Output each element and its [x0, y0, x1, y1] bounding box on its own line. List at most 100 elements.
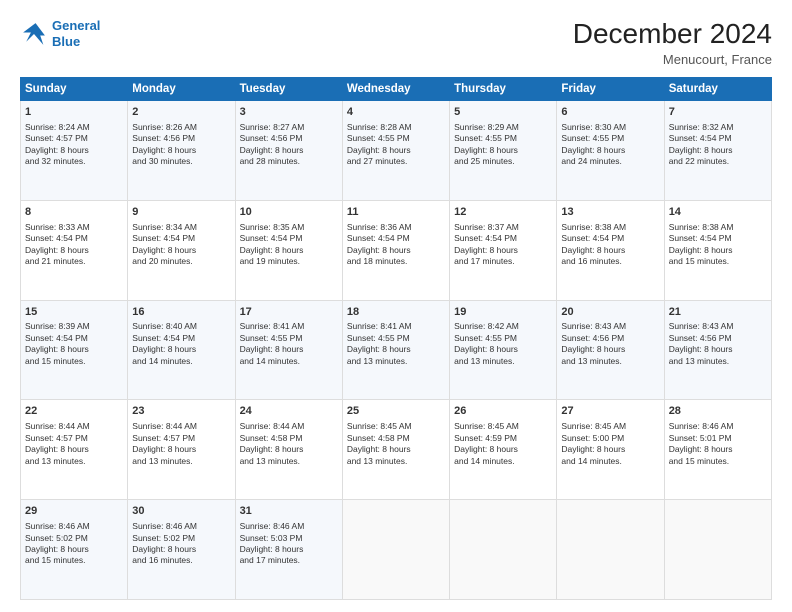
day-cell: 31Sunrise: 8:46 AMSunset: 5:03 PMDayligh…: [235, 500, 342, 600]
day-number: 22: [25, 404, 123, 419]
logo: General Blue: [20, 18, 100, 49]
day-info-line: and 21 minutes.: [25, 256, 123, 267]
day-number: 12: [454, 205, 552, 220]
location-subtitle: Menucourt, France: [573, 52, 772, 67]
day-info-line: Sunset: 5:01 PM: [669, 433, 767, 444]
day-cell: 12Sunrise: 8:37 AMSunset: 4:54 PMDayligh…: [450, 200, 557, 300]
day-info-line: Daylight: 8 hours: [240, 444, 338, 455]
day-info-line: and 16 minutes.: [561, 256, 659, 267]
day-cell: 15Sunrise: 8:39 AMSunset: 4:54 PMDayligh…: [21, 300, 128, 400]
day-info-line: Sunset: 4:54 PM: [669, 233, 767, 244]
day-cell: [557, 500, 664, 600]
day-info-line: Daylight: 8 hours: [454, 444, 552, 455]
day-info-line: Daylight: 8 hours: [240, 245, 338, 256]
day-info-line: Sunset: 4:58 PM: [240, 433, 338, 444]
day-number: 26: [454, 404, 552, 419]
day-cell: 20Sunrise: 8:43 AMSunset: 4:56 PMDayligh…: [557, 300, 664, 400]
day-info-line: Sunrise: 8:34 AM: [132, 222, 230, 233]
day-cell: 25Sunrise: 8:45 AMSunset: 4:58 PMDayligh…: [342, 400, 449, 500]
day-number: 14: [669, 205, 767, 220]
day-info-line: Sunrise: 8:44 AM: [25, 421, 123, 432]
day-number: 1: [25, 105, 123, 120]
day-info-line: Daylight: 8 hours: [25, 444, 123, 455]
day-cell: 28Sunrise: 8:46 AMSunset: 5:01 PMDayligh…: [664, 400, 771, 500]
week-row-4: 22Sunrise: 8:44 AMSunset: 4:57 PMDayligh…: [21, 400, 772, 500]
day-info-line: Daylight: 8 hours: [561, 145, 659, 156]
day-info-line: and 15 minutes.: [669, 456, 767, 467]
day-info-line: Daylight: 8 hours: [132, 245, 230, 256]
day-number: 29: [25, 504, 123, 519]
day-info-line: and 15 minutes.: [25, 356, 123, 367]
day-info-line: Sunset: 4:54 PM: [132, 333, 230, 344]
day-info-line: Sunrise: 8:42 AM: [454, 321, 552, 332]
day-info-line: Daylight: 8 hours: [25, 344, 123, 355]
header: General Blue December 2024 Menucourt, Fr…: [20, 18, 772, 67]
day-number: 9: [132, 205, 230, 220]
day-info-line: Sunrise: 8:24 AM: [25, 122, 123, 133]
day-info-line: Daylight: 8 hours: [347, 444, 445, 455]
day-cell: 19Sunrise: 8:42 AMSunset: 4:55 PMDayligh…: [450, 300, 557, 400]
week-row-1: 1Sunrise: 8:24 AMSunset: 4:57 PMDaylight…: [21, 101, 772, 201]
day-cell: 7Sunrise: 8:32 AMSunset: 4:54 PMDaylight…: [664, 101, 771, 201]
day-info-line: and 32 minutes.: [25, 156, 123, 167]
header-cell-monday: Monday: [128, 78, 235, 101]
day-info-line: and 19 minutes.: [240, 256, 338, 267]
day-number: 4: [347, 105, 445, 120]
day-number: 8: [25, 205, 123, 220]
day-info-line: Daylight: 8 hours: [240, 145, 338, 156]
day-number: 30: [132, 504, 230, 519]
day-cell: 24Sunrise: 8:44 AMSunset: 4:58 PMDayligh…: [235, 400, 342, 500]
day-info-line: Daylight: 8 hours: [561, 245, 659, 256]
day-cell: 8Sunrise: 8:33 AMSunset: 4:54 PMDaylight…: [21, 200, 128, 300]
day-info-line: Daylight: 8 hours: [347, 145, 445, 156]
day-info-line: Daylight: 8 hours: [347, 245, 445, 256]
day-number: 17: [240, 305, 338, 320]
day-info-line: Daylight: 8 hours: [669, 145, 767, 156]
day-number: 15: [25, 305, 123, 320]
day-info-line: Sunrise: 8:32 AM: [669, 122, 767, 133]
day-number: 25: [347, 404, 445, 419]
week-row-3: 15Sunrise: 8:39 AMSunset: 4:54 PMDayligh…: [21, 300, 772, 400]
day-info-line: Daylight: 8 hours: [25, 544, 123, 555]
day-cell: 22Sunrise: 8:44 AMSunset: 4:57 PMDayligh…: [21, 400, 128, 500]
day-cell: 16Sunrise: 8:40 AMSunset: 4:54 PMDayligh…: [128, 300, 235, 400]
calendar-table: SundayMondayTuesdayWednesdayThursdayFrid…: [20, 77, 772, 600]
day-info-line: Sunset: 4:54 PM: [347, 233, 445, 244]
day-info-line: and 13 minutes.: [132, 456, 230, 467]
day-cell: 14Sunrise: 8:38 AMSunset: 4:54 PMDayligh…: [664, 200, 771, 300]
day-info-line: Sunrise: 8:35 AM: [240, 222, 338, 233]
day-info-line: Sunrise: 8:27 AM: [240, 122, 338, 133]
day-info-line: Sunrise: 8:46 AM: [669, 421, 767, 432]
day-cell: 11Sunrise: 8:36 AMSunset: 4:54 PMDayligh…: [342, 200, 449, 300]
day-info-line: Sunrise: 8:33 AM: [25, 222, 123, 233]
day-info-line: Sunrise: 8:29 AM: [454, 122, 552, 133]
day-number: 21: [669, 305, 767, 320]
day-info-line: and 28 minutes.: [240, 156, 338, 167]
day-info-line: Sunset: 5:03 PM: [240, 533, 338, 544]
day-info-line: and 14 minutes.: [240, 356, 338, 367]
logo-line1: General: [52, 18, 100, 33]
day-info-line: Sunset: 4:54 PM: [25, 333, 123, 344]
week-row-2: 8Sunrise: 8:33 AMSunset: 4:54 PMDaylight…: [21, 200, 772, 300]
day-info-line: Daylight: 8 hours: [132, 544, 230, 555]
day-cell: 5Sunrise: 8:29 AMSunset: 4:55 PMDaylight…: [450, 101, 557, 201]
day-number: 6: [561, 105, 659, 120]
day-info-line: Sunset: 4:56 PM: [132, 133, 230, 144]
day-cell: 3Sunrise: 8:27 AMSunset: 4:56 PMDaylight…: [235, 101, 342, 201]
day-cell: 9Sunrise: 8:34 AMSunset: 4:54 PMDaylight…: [128, 200, 235, 300]
day-number: 13: [561, 205, 659, 220]
day-info-line: and 15 minutes.: [25, 555, 123, 566]
header-cell-wednesday: Wednesday: [342, 78, 449, 101]
day-info-line: Sunset: 4:55 PM: [347, 333, 445, 344]
day-info-line: Sunset: 5:02 PM: [25, 533, 123, 544]
header-cell-friday: Friday: [557, 78, 664, 101]
day-info-line: Sunset: 4:56 PM: [561, 333, 659, 344]
day-info-line: and 17 minutes.: [240, 555, 338, 566]
day-number: 23: [132, 404, 230, 419]
day-info-line: Daylight: 8 hours: [669, 344, 767, 355]
logo-text: General Blue: [52, 18, 100, 49]
day-info-line: Sunset: 4:59 PM: [454, 433, 552, 444]
day-info-line: Sunrise: 8:40 AM: [132, 321, 230, 332]
day-info-line: Daylight: 8 hours: [561, 344, 659, 355]
day-info-line: Daylight: 8 hours: [240, 544, 338, 555]
